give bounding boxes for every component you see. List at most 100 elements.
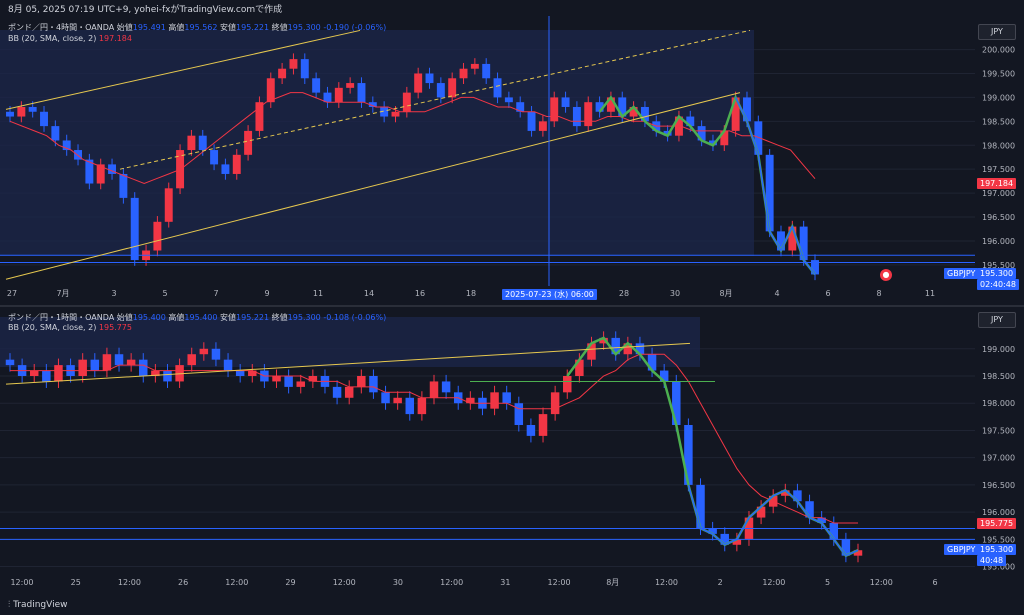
candle-body: [493, 78, 502, 98]
candle-body: [210, 150, 219, 165]
candle-body: [211, 348, 221, 360]
candle-body: [187, 354, 196, 366]
x-tick-label: 2: [718, 578, 723, 587]
candle-body: [221, 164, 230, 174]
x-tick-label: 12:00: [870, 578, 893, 587]
candle-body: [308, 376, 318, 382]
candle-body: [153, 221, 162, 251]
candle-body: [187, 135, 196, 151]
top-bar: 8月 05, 2025 07:19 UTC+9, yohei-fxがTradin…: [0, 0, 1024, 16]
candle-body: [90, 359, 100, 371]
candle-body: [572, 106, 581, 127]
candle-body: [164, 188, 173, 222]
chart-pane-4h[interactable]: 200.000 199.500 199.000 198.500 198.000 197.5…: [0, 16, 1024, 304]
candle-body: [289, 59, 298, 69]
candle-body: [54, 365, 63, 382]
x-tick-label: 16: [415, 289, 425, 298]
candle-body: [414, 73, 423, 93]
bb-price-tag: 197.184: [977, 178, 1017, 190]
candle-body: [527, 111, 536, 131]
candle-body: [284, 376, 293, 387]
symbol-tag: GBPJPY: [944, 268, 979, 280]
candle-body: [119, 173, 128, 198]
candle-body: [561, 97, 570, 107]
candle-body: [266, 78, 275, 103]
x-tick-label: 14: [364, 289, 374, 298]
candle-body: [344, 386, 354, 398]
cursor-date: 2025-07-23 (水): [505, 290, 569, 299]
candle-body: [198, 135, 207, 151]
x-tick-label: 12:00: [118, 578, 141, 587]
y-tick-label: 197.500: [982, 165, 1015, 174]
candle-body: [381, 392, 390, 404]
x-tick-label: 12:00: [10, 578, 33, 587]
y-tick-label: 195.500: [982, 535, 1015, 544]
candle-body: [448, 78, 457, 98]
candle-body: [17, 106, 26, 117]
projection-line: [687, 484, 859, 557]
candle-body: [163, 370, 172, 382]
chart-svg-4h[interactable]: 200.000 199.500 199.000 198.500 198.000 197.5…: [0, 16, 1024, 304]
x-tick-label: 12:00: [548, 578, 571, 587]
x-tick-label: 25: [71, 578, 81, 587]
symbol-title: ポンド／円・1時間・OANDA: [8, 313, 115, 322]
y-tick-label: 199.500: [982, 69, 1015, 78]
bb-price-tag: 195.775: [977, 518, 1017, 530]
candle-body: [563, 376, 572, 393]
currency-button-1h[interactable]: JPY: [978, 312, 1016, 328]
indicator-legend-4h: BB (20, SMA, close, 2) 197.184: [8, 34, 132, 43]
candle-body: [436, 83, 445, 98]
x-tick-label: 12:00: [225, 578, 248, 587]
y-tick-label: 198.500: [982, 117, 1015, 126]
ohlc-legend-4h: ポンド／円・4時間・OANDA 始値195.491 高値195.562 安値19…: [8, 23, 387, 32]
candle-body: [126, 359, 136, 366]
candle-body: [334, 87, 343, 103]
candle-body: [272, 376, 281, 382]
candle-body: [357, 376, 366, 387]
candle-body: [391, 111, 400, 117]
timestamp-line: 8月 05, 2025 07:19 UTC+9, yohei-fxがTradin…: [8, 5, 283, 15]
x-tick-label: 8: [876, 289, 881, 298]
x-tick-label: 6: [825, 289, 830, 298]
candle-body: [29, 370, 39, 376]
candle-body: [393, 397, 402, 404]
candle-body: [28, 106, 37, 112]
candle-body: [514, 403, 524, 425]
candle-body: [300, 59, 309, 79]
x-tick-label: 4: [774, 289, 779, 298]
candle-body: [429, 381, 439, 398]
y-tick-label: 199.000: [982, 345, 1015, 354]
cursor-time: 06:00: [568, 290, 594, 299]
last-price-tag: 195.300: [977, 544, 1017, 556]
candle-body: [490, 392, 499, 409]
candle-body: [42, 370, 51, 382]
candle-body: [199, 348, 209, 355]
x-tick-label: 11: [925, 289, 935, 298]
x-tick-label: 7: [213, 289, 218, 298]
chart-svg-1h[interactable]: 199.000 198.500 198.000 197.500 197.000 196.5…: [0, 307, 1024, 597]
countdown-tag: 40:48: [977, 555, 1007, 567]
event-flag-icon[interactable]: ●: [880, 269, 892, 281]
candle-body: [441, 381, 451, 393]
x-tick-label: 28: [619, 289, 629, 298]
candle-body: [278, 68, 287, 79]
candle-body: [538, 414, 548, 436]
candle-body: [538, 121, 547, 131]
y-tick-label: 197.000: [982, 189, 1015, 198]
countdown-tag: 02:40:48: [977, 279, 1019, 291]
x-tick-label: 8月: [719, 289, 732, 298]
x-tick-label: 8月: [606, 578, 619, 587]
candle-body: [504, 97, 513, 103]
candle-body: [417, 397, 427, 415]
candle-body: [244, 130, 253, 155]
candle-body: [550, 392, 560, 415]
x-tick-label: 9: [264, 289, 269, 298]
x-tick-label: 3: [111, 289, 116, 298]
chart-pane-1h[interactable]: 199.000 198.500 198.000 197.500 197.000 196.5…: [0, 307, 1024, 597]
currency-button-4h[interactable]: JPY: [978, 24, 1016, 40]
candle-body: [235, 370, 245, 376]
x-tick-label: 12:00: [333, 578, 356, 587]
candle-body: [232, 154, 241, 174]
candle-body: [312, 78, 321, 93]
last-price-tag: 195.300: [977, 268, 1017, 280]
